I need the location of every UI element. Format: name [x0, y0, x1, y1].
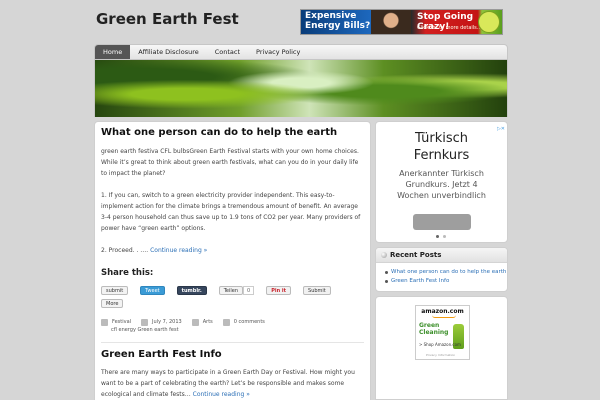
- recent-posts-heading: Recent Posts: [390, 251, 442, 259]
- post1-paragraph-3-text: 2. Proceed. . ….: [101, 247, 151, 254]
- energy-banner-ad[interactable]: Expensive Energy Bills? Stop Going Crazy…: [300, 9, 503, 35]
- stumbleupon-label: Submit: [308, 287, 326, 294]
- post2-paragraph: There are many ways to participate in a …: [101, 367, 364, 400]
- ad-sub-text: Click for to more details...: [417, 25, 482, 31]
- post-title-2[interactable]: Green Earth Fest Info: [101, 349, 364, 360]
- post-divider: [101, 342, 364, 343]
- ad-dot-2[interactable]: [443, 235, 446, 238]
- tweet-label: Tweet: [145, 287, 160, 294]
- widget-header: Recent Posts: [376, 248, 507, 263]
- amazon-shop-link[interactable]: > Shop Amazon.com: [419, 342, 461, 347]
- pinterest-button[interactable]: Pin it: [266, 286, 292, 295]
- amazon-logo: amazon.com: [421, 308, 464, 315]
- facebook-share-count: 0: [243, 286, 255, 295]
- section-link[interactable]: Arts: [203, 318, 213, 327]
- continue-reading-link-2[interactable]: Continue reading »: [193, 391, 250, 398]
- amazon-ad-line2: Cleaning: [419, 329, 449, 336]
- reddit-submit-button[interactable]: submit: [101, 286, 129, 295]
- comments-icon: [222, 319, 230, 326]
- category-link[interactable]: Festival: [112, 318, 131, 327]
- amazon-ad-text: Green Cleaning: [419, 322, 453, 336]
- amazon-ad-line1: Green: [419, 322, 440, 329]
- ad-body-line1: Anerkannter Türkisch: [399, 169, 484, 178]
- tweet-button[interactable]: Tweet: [140, 286, 165, 295]
- ad-title-line1: Türkisch: [414, 131, 469, 146]
- facebook-share-button[interactable]: Teilen: [218, 286, 244, 295]
- tumblr-button[interactable]: tumblr.: [176, 286, 207, 295]
- more-share-label: More: [106, 300, 119, 307]
- recent-posts-list: What one person can do to help the earth…: [376, 263, 507, 286]
- pinterest-label: Pin it: [271, 287, 287, 294]
- stumbleupon-button[interactable]: Submit: [303, 286, 331, 295]
- share-buttons: submit Tweet tumblr. Teilen 0 Pin it Sub…: [101, 286, 364, 295]
- list-item: What one person can do to help the earth: [385, 268, 507, 277]
- share-heading: Share this:: [101, 268, 154, 278]
- header-banner-image: [94, 60, 508, 117]
- facebook-share-group: Teilen 0: [218, 286, 255, 295]
- ad-left-line2: Energy Bills?: [305, 21, 371, 31]
- continue-reading-link-1[interactable]: Continue reading »: [150, 247, 207, 254]
- recent-post-link-1[interactable]: What one person can do to help the earth: [391, 269, 506, 275]
- ad-title-line2: Fernkurs: [413, 148, 470, 163]
- tumblr-label: tumblr.: [181, 287, 202, 294]
- main-nav: Home Affiliate Disclosure Contact Privac…: [94, 44, 508, 60]
- post-tags[interactable]: cfl energy Green earth fest: [111, 327, 364, 333]
- sidebar-ad[interactable]: ▷✕ Türkisch Fernkurs Anerkannter Türkisc…: [375, 121, 508, 243]
- ad-title: Türkisch Fernkurs: [376, 130, 507, 164]
- category-icon: [101, 319, 108, 326]
- ad-body: Anerkannter Türkisch Grundkurs. Jetzt 4 …: [376, 168, 507, 201]
- ad-body-line2: Grundkurs. Jetzt 4: [405, 180, 478, 189]
- site-title[interactable]: Green Earth Fest: [96, 10, 239, 28]
- post-meta: Festival July 7, 2013 Arts 0 comments: [101, 318, 364, 327]
- reddit-submit-label: submit: [106, 287, 124, 294]
- amazon-ad[interactable]: amazon.com Green Cleaning > Shop Amazon.…: [415, 305, 470, 360]
- nav-affiliate-disclosure[interactable]: Affiliate Disclosure: [130, 45, 207, 59]
- section-icon: [191, 319, 199, 326]
- ad-face-image: [371, 10, 411, 34]
- comments-link[interactable]: 0 comments: [234, 318, 265, 327]
- ad-left-text: Expensive Energy Bills?: [305, 11, 370, 31]
- amazon-widget: amazon.com Green Cleaning > Shop Amazon.…: [375, 296, 508, 400]
- amazon-privacy-link[interactable]: Privacy Information: [426, 353, 455, 357]
- more-share-button[interactable]: More: [101, 299, 124, 308]
- date-icon: [141, 319, 149, 326]
- recent-posts-widget: Recent Posts What one person can do to h…: [375, 247, 508, 292]
- post-body-1: green earth festiva CFL bulbsGreen Earth…: [101, 146, 364, 256]
- post-title-1[interactable]: What one person can do to help the earth: [101, 127, 364, 138]
- post-body-2: There are many ways to participate in a …: [101, 367, 364, 400]
- post1-paragraph-2: 1. If you can, switch to a green electri…: [101, 192, 361, 232]
- recent-post-link-2[interactable]: Green Earth Fest Info: [391, 278, 449, 284]
- ad-left-line1: Expensive: [305, 11, 357, 21]
- post1-paragraph-1: green earth festiva CFL bulbsGreen Earth…: [101, 148, 359, 177]
- share-more-row: More: [101, 299, 364, 308]
- ad-carousel-dots: [436, 235, 446, 238]
- facebook-share-label: Teilen: [223, 287, 239, 294]
- post1-paragraph-3: 2. Proceed. . …. Continue reading »: [101, 245, 364, 256]
- nav-contact[interactable]: Contact: [207, 45, 248, 59]
- list-item: Green Earth Fest Info: [385, 277, 507, 286]
- amazon-smile-icon: [432, 315, 456, 318]
- ad-cta-button[interactable]: [413, 214, 471, 230]
- ad-body-line3: Wochen unverbindlich: [397, 191, 486, 200]
- bullet-icon: [381, 252, 387, 258]
- nav-privacy-policy[interactable]: Privacy Policy: [248, 45, 308, 59]
- nav-home[interactable]: Home: [95, 45, 131, 59]
- main-content: What one person can do to help the earth…: [94, 121, 371, 400]
- ad-badge-icon: [478, 11, 500, 33]
- post-date: July 7, 2013: [152, 319, 182, 325]
- ad-dot-1[interactable]: [436, 235, 439, 238]
